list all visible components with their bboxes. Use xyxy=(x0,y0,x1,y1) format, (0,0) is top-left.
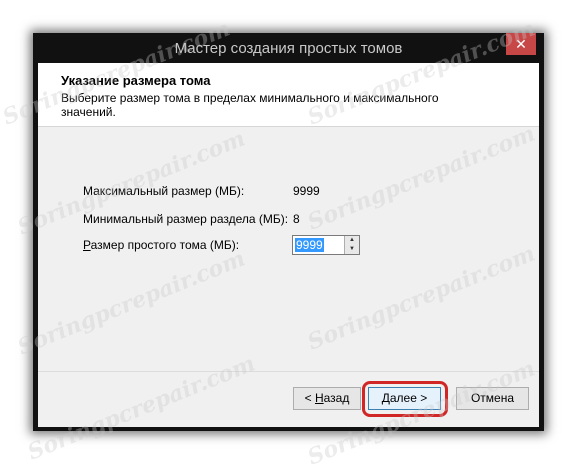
stepper-down-icon[interactable]: ▼ xyxy=(344,245,359,254)
min-size-value: 8 xyxy=(293,212,300,226)
wizard-window: Мастер создания простых томов ✕ Указание… xyxy=(33,33,544,431)
volume-size-label-text: азмер простого тома (МБ): xyxy=(90,238,240,252)
max-size-value: 9999 xyxy=(293,184,320,198)
next-button-mnemonic: Д xyxy=(381,391,390,405)
back-button-label: азад xyxy=(323,391,350,405)
back-button-prefix: < xyxy=(304,391,315,405)
volume-size-label: Размер простого тома (МБ): xyxy=(83,238,240,252)
min-size-label: Минимальный размер раздела (МБ): xyxy=(83,212,289,226)
back-button-mnemonic: Н xyxy=(314,391,324,405)
volume-size-input[interactable]: 9999 xyxy=(295,238,324,252)
volume-size-stepper[interactable]: 9999 ▲ ▼ xyxy=(292,235,360,255)
back-button[interactable]: < Назад xyxy=(293,387,361,410)
